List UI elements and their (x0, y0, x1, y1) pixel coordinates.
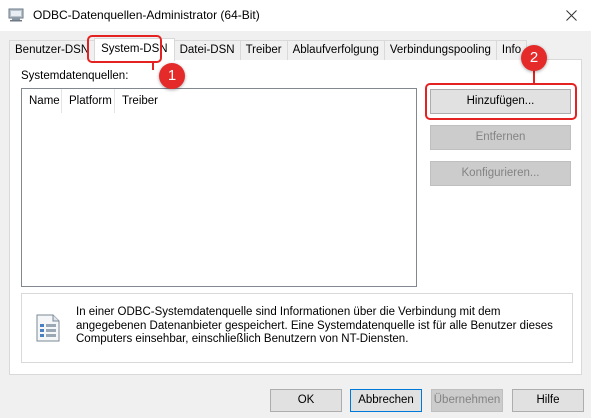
tab-system-dsn[interactable]: System-DSN (94, 38, 175, 61)
close-icon (565, 10, 577, 21)
info-box: In einer ODBC-Systemdatenquelle sind Inf… (21, 293, 573, 363)
configure-button[interactable]: Konfigurieren... (430, 161, 571, 186)
odbc-app-icon (8, 8, 24, 22)
tab-ablaufverfolgung[interactable]: Ablaufverfolgung (286, 40, 385, 60)
title-bar: ODBC-Datenquellen-Administrator (64-Bit) (0, 0, 591, 31)
tab-treiber[interactable]: Treiber (239, 40, 288, 60)
column-header-name[interactable]: Name (22, 89, 62, 113)
add-button[interactable]: Hinzufügen... (430, 89, 571, 114)
window-title: ODBC-Datenquellen-Administrator (64-Bit) (33, 8, 260, 22)
column-header-treiber[interactable]: Treiber (115, 89, 215, 113)
help-button[interactable]: Hilfe (512, 389, 584, 412)
tab-verbindungspooling[interactable]: Verbindungspooling (383, 40, 497, 60)
ok-button[interactable]: OK (270, 389, 342, 412)
data-source-icon (33, 313, 63, 343)
cancel-button[interactable]: Abbrechen (350, 389, 422, 412)
callout-connector-1 (152, 61, 154, 70)
tab-strip: Benutzer-DSN System-DSN Datei-DSN Treibe… (9, 38, 528, 61)
column-header-platform[interactable]: Platform (62, 89, 115, 113)
tab-datei-dsn[interactable]: Datei-DSN (173, 40, 241, 60)
callout-connector-2 (533, 70, 535, 84)
step-badge-1: 1 (159, 63, 185, 89)
step-badge-2: 2 (521, 45, 547, 71)
tab-benutzer-dsn[interactable]: Benutzer-DSN (9, 40, 96, 60)
info-text: In einer ODBC-Systemdatenquelle sind Inf… (76, 306, 553, 345)
section-label: Systemdatenquellen: (21, 70, 129, 82)
close-button[interactable] (551, 0, 591, 31)
apply-button[interactable]: Übernehmen (431, 389, 503, 412)
system-dsn-list[interactable]: Name Platform Treiber (21, 88, 417, 287)
remove-button[interactable]: Entfernen (430, 125, 571, 150)
list-header: Name Platform Treiber (22, 89, 215, 113)
